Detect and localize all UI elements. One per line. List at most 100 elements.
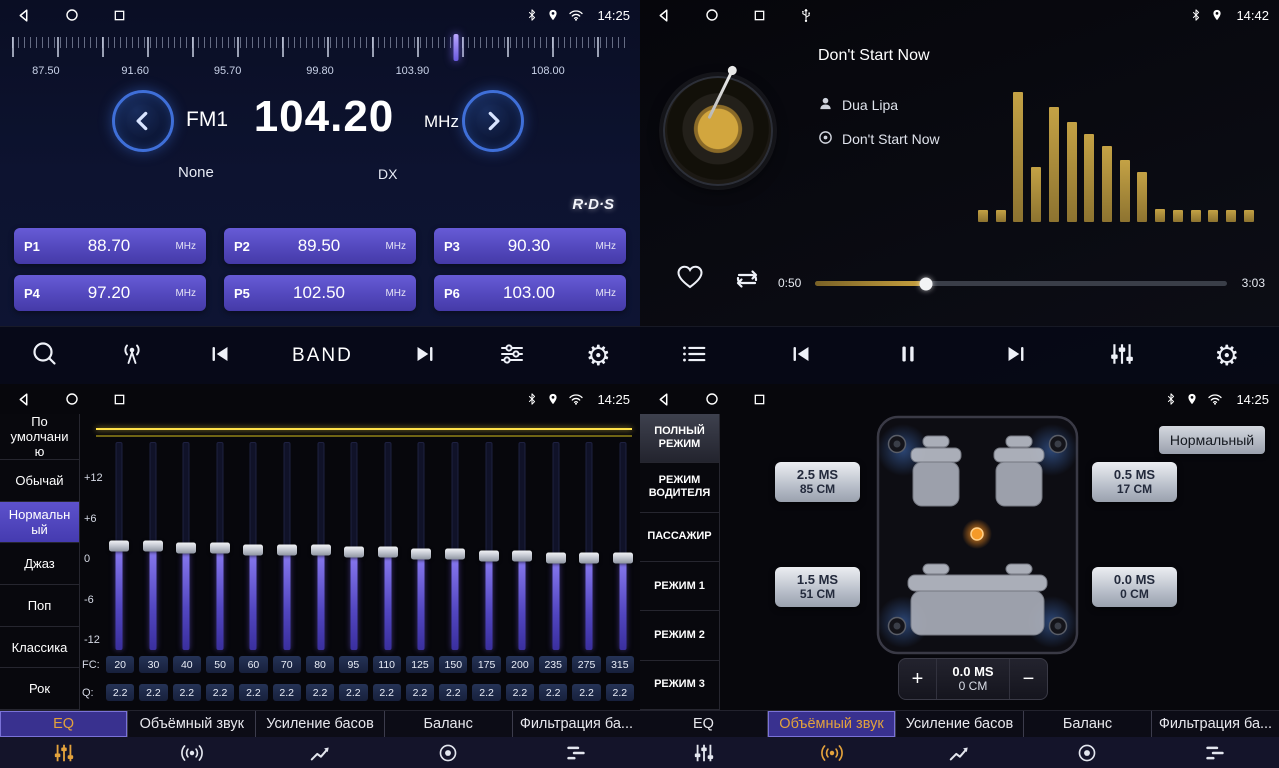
eq-knob[interactable] bbox=[512, 551, 532, 562]
nav-recents-icon[interactable] bbox=[753, 393, 766, 406]
surround-sound-icon[interactable] bbox=[128, 737, 256, 768]
nav-recents-icon[interactable] bbox=[113, 393, 126, 406]
eq-band-slider-175[interactable] bbox=[478, 442, 500, 650]
surround-mode-item-5[interactable]: РЕЖИМ 3 bbox=[640, 661, 719, 710]
pause-button[interactable] bbox=[894, 340, 922, 371]
q-value[interactable]: 2.2 bbox=[106, 684, 134, 701]
eq-tab-filter[interactable]: Фильтрация ба... bbox=[513, 711, 640, 737]
fc-value[interactable]: 125 bbox=[406, 656, 434, 673]
eq-band-slider-20[interactable] bbox=[108, 442, 130, 650]
eq-preset-item-4[interactable]: Поп bbox=[0, 585, 79, 627]
listening-position-indicator[interactable] bbox=[971, 528, 983, 540]
repeat-button[interactable] bbox=[732, 266, 762, 295]
eq-band-slider-110[interactable] bbox=[377, 442, 399, 650]
nav-recents-icon[interactable] bbox=[113, 9, 126, 22]
settings-button[interactable]: ⚙ bbox=[1214, 342, 1239, 370]
eq-tab-surround[interactable]: Объёмный звук bbox=[128, 711, 256, 737]
eq-knob[interactable] bbox=[579, 553, 599, 564]
eq-knob[interactable] bbox=[546, 553, 566, 564]
sound-settings-button[interactable] bbox=[497, 339, 527, 372]
fc-value[interactable]: 235 bbox=[539, 656, 567, 673]
eq-knob[interactable] bbox=[109, 541, 129, 552]
preset-button-p3[interactable]: P390.30MHz bbox=[434, 228, 626, 264]
eq-preset-item-1[interactable]: Обычай bbox=[0, 460, 79, 502]
nav-home-icon[interactable] bbox=[65, 392, 79, 406]
surround-mode-item-1[interactable]: РЕЖИМ ВОДИТЕЛЯ bbox=[640, 463, 719, 512]
tuning-indicator[interactable] bbox=[453, 34, 458, 61]
q-value[interactable]: 2.2 bbox=[139, 684, 167, 701]
frequency-scale[interactable]: 87.5091.6095.7099.80103.90108.00 bbox=[12, 34, 628, 82]
settings-button[interactable]: ⚙ bbox=[586, 342, 611, 370]
eq-faders-icon[interactable] bbox=[640, 737, 768, 768]
eq-band-slider-70[interactable] bbox=[276, 442, 298, 650]
surround-preset-button[interactable]: Нормальный bbox=[1159, 426, 1265, 454]
eq-band-slider-80[interactable] bbox=[310, 442, 332, 650]
nav-home-icon[interactable] bbox=[705, 392, 719, 406]
eq-knob[interactable] bbox=[613, 553, 633, 564]
playlist-button[interactable] bbox=[680, 340, 708, 371]
bass-boost-icon[interactable] bbox=[256, 737, 384, 768]
filter-icon[interactable] bbox=[512, 737, 640, 768]
previous-station-button[interactable] bbox=[206, 340, 234, 371]
balance-icon[interactable] bbox=[384, 737, 512, 768]
fc-value[interactable]: 20 bbox=[106, 656, 134, 673]
balance-icon[interactable] bbox=[1023, 737, 1151, 768]
q-value[interactable]: 2.2 bbox=[439, 684, 467, 701]
fc-value[interactable]: 30 bbox=[139, 656, 167, 673]
album-art[interactable] bbox=[663, 76, 773, 186]
nav-back-icon[interactable] bbox=[656, 392, 671, 407]
q-value[interactable]: 2.2 bbox=[539, 684, 567, 701]
fc-value[interactable]: 70 bbox=[273, 656, 301, 673]
delay-increase-button[interactable]: + bbox=[899, 659, 937, 699]
band-button[interactable]: BAND bbox=[292, 345, 353, 367]
preset-button-p2[interactable]: P289.50MHz bbox=[224, 228, 416, 264]
eq-preset-item-6[interactable]: Рок bbox=[0, 668, 79, 710]
delay-front-left-button[interactable]: 2.5 MS 85 CM bbox=[775, 462, 860, 502]
next-track-button[interactable] bbox=[1002, 340, 1030, 371]
surround-sound-icon[interactable] bbox=[768, 737, 896, 768]
preset-button-p5[interactable]: P5102.50MHz bbox=[224, 275, 416, 311]
nav-back-icon[interactable] bbox=[16, 8, 31, 23]
delay-rear-left-button[interactable]: 1.5 MS 51 CM bbox=[775, 567, 860, 607]
fc-value[interactable]: 175 bbox=[472, 656, 500, 673]
q-value[interactable]: 2.2 bbox=[206, 684, 234, 701]
delay-front-right-button[interactable]: 0.5 MS 17 CM bbox=[1092, 462, 1177, 502]
surround-tab-filter[interactable]: Фильтрация ба... bbox=[1152, 711, 1279, 737]
q-value[interactable]: 2.2 bbox=[339, 684, 367, 701]
eq-knob[interactable] bbox=[479, 551, 499, 562]
q-value[interactable]: 2.2 bbox=[239, 684, 267, 701]
delay-decrease-button[interactable]: − bbox=[1009, 659, 1047, 699]
next-station-button[interactable] bbox=[411, 340, 439, 371]
fc-value[interactable]: 60 bbox=[239, 656, 267, 673]
eq-band-slider-315[interactable] bbox=[612, 442, 634, 650]
tune-down-button[interactable] bbox=[112, 90, 174, 152]
eq-knob[interactable] bbox=[210, 543, 230, 554]
eq-knob[interactable] bbox=[378, 547, 398, 558]
q-value[interactable]: 2.2 bbox=[606, 684, 634, 701]
q-value[interactable]: 2.2 bbox=[506, 684, 534, 701]
eq-band-slider-95[interactable] bbox=[343, 442, 365, 650]
surround-mode-item-3[interactable]: РЕЖИМ 1 bbox=[640, 562, 719, 611]
nav-recents-icon[interactable] bbox=[753, 9, 766, 22]
eq-knob[interactable] bbox=[277, 545, 297, 556]
eq-tab-eq[interactable]: EQ bbox=[0, 711, 128, 737]
eq-band-slider-275[interactable] bbox=[578, 442, 600, 650]
q-value[interactable]: 2.2 bbox=[406, 684, 434, 701]
broadcast-button[interactable] bbox=[117, 339, 147, 372]
eq-knob[interactable] bbox=[143, 541, 163, 552]
eq-band-slider-235[interactable] bbox=[545, 442, 567, 650]
surround-mode-item-2[interactable]: ПАССАЖИР bbox=[640, 513, 719, 562]
q-value[interactable]: 2.2 bbox=[173, 684, 201, 701]
eq-preset-item-0[interactable]: По умолчанию bbox=[0, 414, 79, 460]
previous-track-button[interactable] bbox=[787, 340, 815, 371]
favorite-button[interactable] bbox=[676, 264, 704, 293]
eq-knob[interactable] bbox=[243, 545, 263, 556]
nav-back-icon[interactable] bbox=[656, 8, 671, 23]
q-value[interactable]: 2.2 bbox=[273, 684, 301, 701]
q-value[interactable]: 2.2 bbox=[306, 684, 334, 701]
nav-home-icon[interactable] bbox=[65, 8, 79, 22]
eq-knob[interactable] bbox=[311, 545, 331, 556]
surround-tab-eq[interactable]: EQ bbox=[640, 711, 768, 737]
surround-mode-item-0[interactable]: ПОЛНЫЙ РЕЖИМ bbox=[640, 414, 719, 463]
eq-knob[interactable] bbox=[176, 543, 196, 554]
